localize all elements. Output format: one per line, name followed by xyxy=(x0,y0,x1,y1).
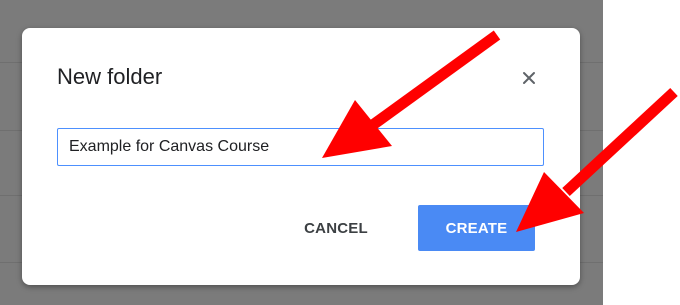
folder-name-input[interactable] xyxy=(57,128,544,166)
dialog-title: New folder xyxy=(57,64,163,89)
cancel-button[interactable]: CANCEL xyxy=(284,205,388,251)
close-icon[interactable] xyxy=(517,66,541,90)
create-button[interactable]: CREATE xyxy=(418,205,535,251)
new-folder-dialog: New folder CANCEL CREATE xyxy=(22,28,580,285)
